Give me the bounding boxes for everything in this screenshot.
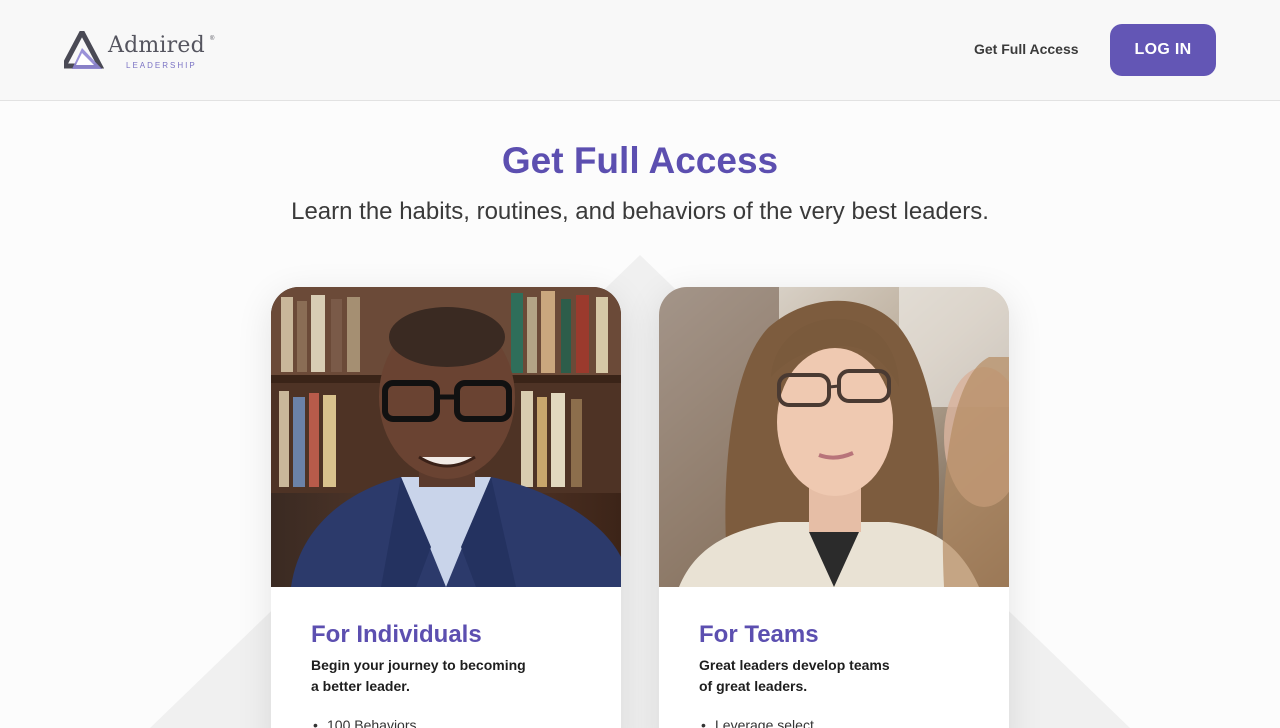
logo-triangle-icon: [64, 31, 104, 69]
login-button[interactable]: LOG IN: [1110, 24, 1216, 76]
page-title: Get Full Access: [501, 140, 779, 181]
background-diamond: [150, 255, 1130, 728]
individual-leader-photo: [271, 287, 621, 587]
logo-registered-mark: ®: [210, 36, 215, 42]
card-teams[interactable]: For Teams Great leaders develop teams of…: [659, 287, 1009, 728]
card-title: For Individuals: [311, 621, 482, 648]
card-description: Great leaders develop teams of great lea…: [699, 655, 919, 697]
card-description: Begin your journey to becoming a better …: [311, 655, 531, 697]
card-description-line-1: Begin your journey to becoming: [311, 657, 526, 673]
card-title: For Teams: [699, 621, 819, 648]
admired-leadership-logo[interactable]: Admired ® LEADERSHIP: [64, 31, 216, 71]
logo-subtitle: LEADERSHIP: [126, 61, 197, 70]
card-feature-list: 100 Behaviors: [311, 717, 581, 728]
card-description-line-2: of great leaders.: [699, 678, 808, 694]
card-individuals[interactable]: For Individuals Begin your journey to be…: [271, 287, 621, 728]
card-description-line-1: Great leaders develop teams: [699, 657, 890, 673]
nav-get-full-access-link[interactable]: Get Full Access: [974, 41, 1079, 57]
card-feature-list: Leverage select...: [699, 717, 969, 728]
list-item: 100 Behaviors: [311, 717, 581, 728]
logo-wordmark: Admired: [108, 33, 205, 58]
site-header: Admired ® LEADERSHIP Get Full Access LOG…: [0, 0, 1280, 101]
team-leader-photo: [659, 287, 1009, 587]
page-subtitle: Learn the habits, routines, and behavior…: [291, 198, 989, 225]
list-item: Leverage select...: [699, 717, 969, 728]
card-description-line-2: a better leader.: [311, 678, 410, 694]
